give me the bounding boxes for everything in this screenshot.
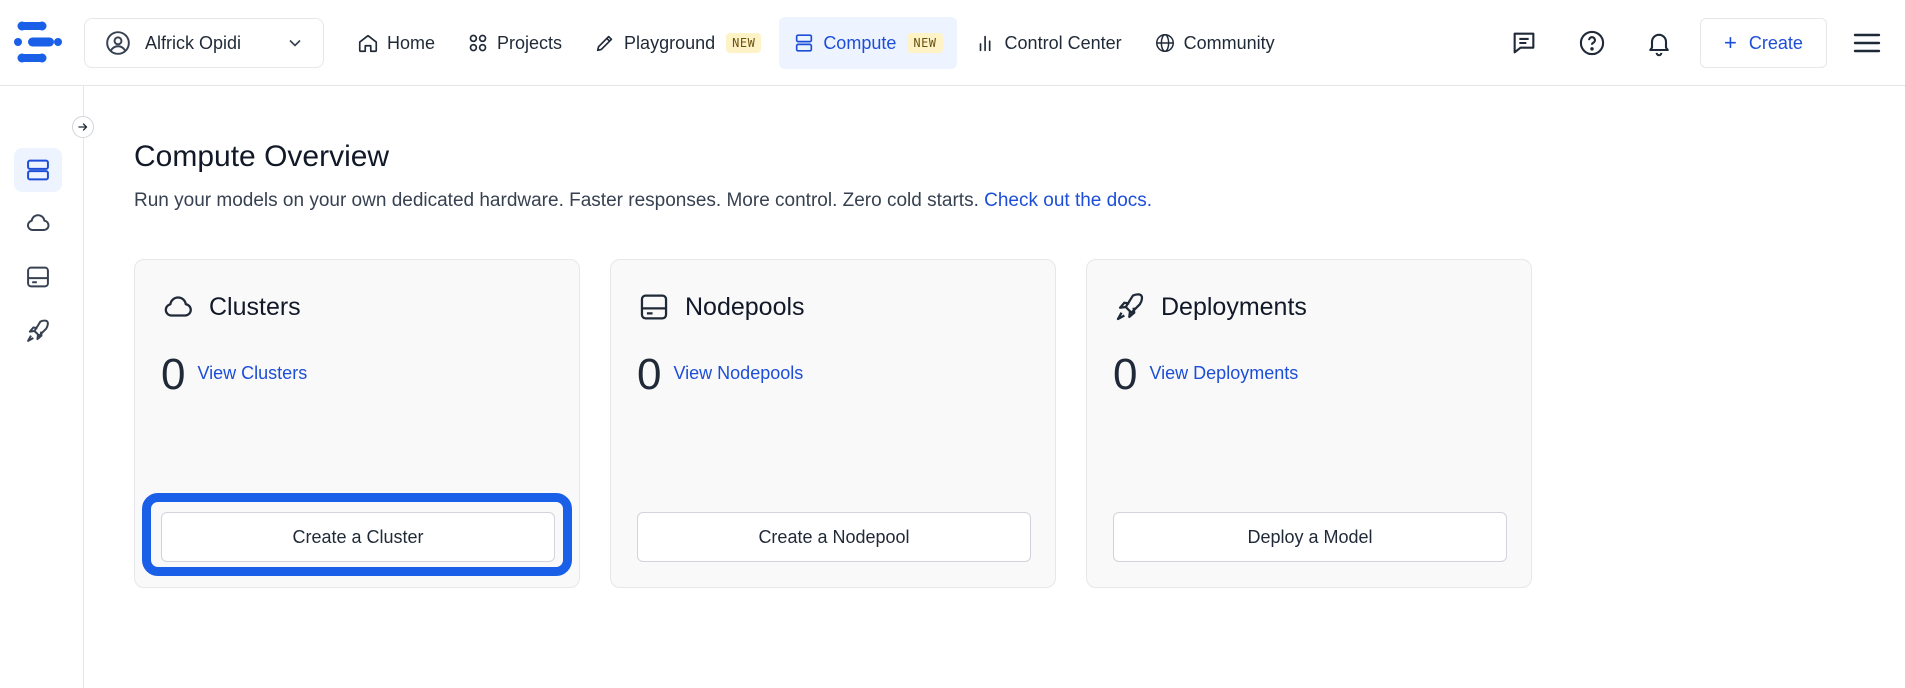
new-badge: NEW — [907, 33, 943, 53]
nav-control-center-label: Control Center — [1004, 32, 1122, 53]
sidebar-toggle-button[interactable] — [72, 116, 94, 138]
nav-playground-label: Playground — [624, 32, 716, 53]
user-avatar-icon — [106, 31, 130, 55]
notifications-button[interactable] — [1643, 27, 1675, 59]
nav-projects-label: Projects — [497, 32, 563, 53]
card-header: Nodepools — [637, 290, 805, 324]
cloud-icon — [26, 214, 50, 231]
chat-icon — [1513, 32, 1535, 54]
top-navigation-bar: Alfrick Opidi Home Projects Playground N… — [0, 0, 1905, 86]
server-icon — [796, 34, 813, 52]
create-button-label: Create — [1748, 32, 1803, 53]
nav-compute[interactable]: Compute NEW — [779, 17, 957, 69]
user-name: Alfrick Opidi — [145, 32, 242, 53]
page-description-text: Run your models on your own dedicated ha… — [134, 190, 979, 211]
plus-icon: + — [1724, 30, 1737, 55]
deployments-count: 0 — [1113, 350, 1138, 399]
nav-playground[interactable]: Playground NEW — [580, 17, 775, 69]
new-badge: NEW — [726, 33, 762, 53]
grid-icon — [469, 34, 487, 52]
logo-icon[interactable] — [14, 20, 62, 64]
view-clusters-link[interactable]: View Clusters — [197, 363, 307, 384]
card-header: Clusters — [161, 290, 301, 324]
help-icon — [1579, 30, 1605, 56]
arrow-right-icon — [78, 123, 88, 131]
drive-icon — [640, 294, 668, 320]
cloud-icon — [164, 296, 192, 317]
nav-control-center[interactable]: Control Center — [961, 17, 1136, 69]
nodepools-count: 0 — [637, 350, 662, 399]
nav-compute-label: Compute — [823, 32, 897, 53]
bar-chart-icon — [979, 35, 991, 52]
card-count: 0 View Nodepools — [637, 350, 803, 400]
nav-community[interactable]: Community — [1140, 17, 1289, 69]
bell-icon — [1649, 33, 1669, 57]
pencil-icon — [596, 35, 613, 52]
feedback-button[interactable] — [1508, 27, 1540, 59]
home-icon — [358, 34, 378, 53]
drive-icon — [27, 266, 49, 288]
rocket-icon — [27, 319, 49, 342]
rocket-icon — [1116, 293, 1144, 321]
create-cluster-button[interactable]: Create a Cluster — [161, 512, 555, 562]
main-nav: Home Projects Playground NEW Compute NEW… — [343, 17, 1293, 69]
chevron-down-icon — [289, 39, 301, 47]
deploy-model-button[interactable]: Deploy a Model — [1113, 512, 1507, 562]
nav-projects[interactable]: Projects — [453, 17, 576, 69]
create-button[interactable]: + Create — [1700, 18, 1827, 68]
clusters-count: 0 — [161, 350, 186, 399]
sidebar — [0, 86, 84, 688]
user-account-dropdown[interactable]: Alfrick Opidi — [84, 18, 324, 68]
help-button[interactable] — [1576, 27, 1608, 59]
page-title: Compute Overview — [134, 140, 390, 173]
menu-icon[interactable] — [1852, 30, 1882, 56]
nav-home-label: Home — [387, 32, 436, 53]
globe-icon — [1155, 34, 1174, 52]
clusters-card: Clusters 0 View Clusters Create a Cluste… — [134, 259, 580, 588]
create-nodepool-button[interactable]: Create a Nodepool — [637, 512, 1031, 562]
server-icon — [27, 159, 49, 181]
sidebar-item-nodepools[interactable] — [14, 255, 62, 299]
deployments-card: Deployments 0 View Deployments Deploy a … — [1086, 259, 1532, 588]
card-title: Clusters — [209, 292, 301, 321]
sidebar-item-clusters[interactable] — [14, 201, 62, 245]
card-count: 0 View Deployments — [1113, 350, 1298, 400]
card-count: 0 View Clusters — [161, 350, 307, 400]
nav-community-label: Community — [1183, 32, 1275, 53]
docs-link[interactable]: Check out the docs. — [984, 190, 1152, 211]
card-title: Deployments — [1161, 292, 1307, 321]
nav-home[interactable]: Home — [343, 17, 449, 69]
sidebar-item-deployments[interactable] — [14, 309, 62, 353]
card-header: Deployments — [1113, 290, 1307, 324]
sidebar-item-overview[interactable] — [14, 148, 62, 192]
view-deployments-link[interactable]: View Deployments — [1149, 363, 1298, 384]
view-nodepools-link[interactable]: View Nodepools — [673, 363, 803, 384]
card-title: Nodepools — [685, 292, 805, 321]
page-description: Run your models on your own dedicated ha… — [134, 190, 1152, 212]
nodepools-card: Nodepools 0 View Nodepools Create a Node… — [610, 259, 1056, 588]
